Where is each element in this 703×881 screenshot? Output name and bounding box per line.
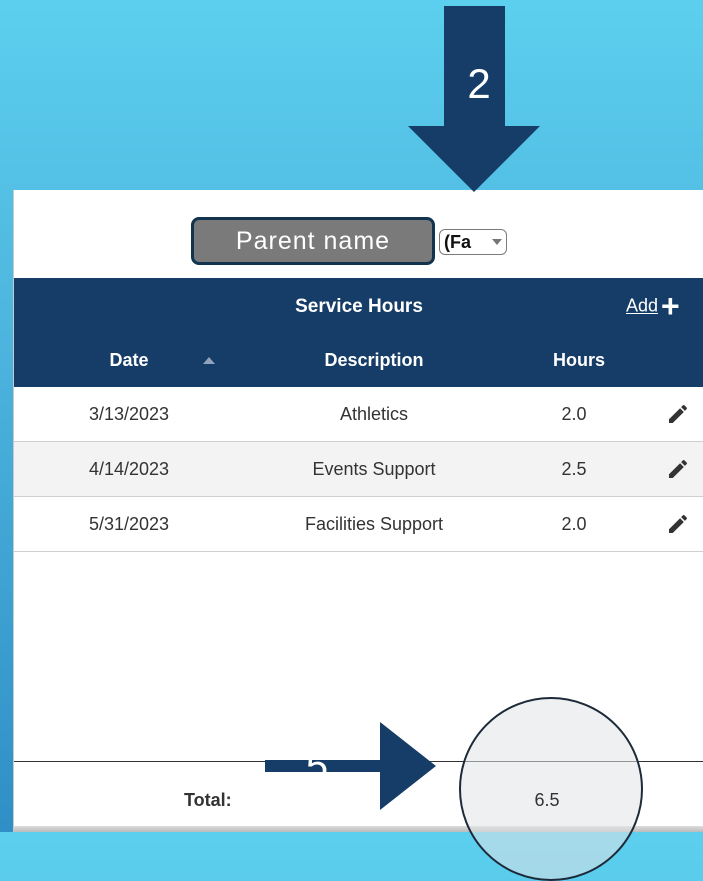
row-description: Events Support (312, 459, 436, 479)
callout-step-2-label: 2 (467, 60, 491, 107)
highlight-circle (459, 697, 643, 881)
column-header-description[interactable]: Description (274, 350, 474, 371)
row-hours: 2.0 (561, 404, 587, 424)
family-select[interactable]: (Fa (439, 229, 507, 255)
table-title: Service Hours (295, 296, 423, 317)
callout-step-5-label: 5. (305, 744, 340, 788)
row-date: 5/31/2023 (88, 514, 170, 534)
plus-icon: + (661, 288, 680, 324)
total-hours-value: 6.5 (534, 790, 560, 810)
column-header-date[interactable]: Date (79, 350, 179, 371)
total-label: Total: (184, 790, 232, 810)
row-description: Athletics (339, 404, 409, 424)
parent-name-field[interactable]: Parent name (191, 217, 435, 265)
row-hours: 2.0 (561, 514, 587, 534)
row-date: 4/14/2023 (88, 459, 170, 479)
add-service-hours-button[interactable]: Add+ (626, 290, 680, 322)
parent-selector-row: Parent name (Fa (14, 190, 703, 278)
pencil-icon[interactable] (666, 512, 690, 536)
row-hours: 2.5 (561, 459, 587, 479)
table-row[interactable]: 5/31/2023 Facilities Support 2.0 (14, 497, 703, 552)
sort-ascending-icon[interactable] (203, 357, 215, 364)
add-label: Add (626, 295, 659, 316)
column-header-hours[interactable]: Hours (529, 350, 629, 371)
row-description: Facilities Support (304, 514, 444, 534)
row-date: 3/13/2023 (88, 404, 170, 424)
pencil-icon[interactable] (666, 402, 690, 426)
family-select-value: (Fa (444, 232, 471, 252)
table-row[interactable]: 3/13/2023 Athletics 2.0 (14, 387, 703, 442)
table-row[interactable]: 4/14/2023 Events Support 2.5 (14, 442, 703, 497)
chevron-down-icon (492, 239, 502, 245)
table-header: Service Hours Add+ Date Description Hour… (14, 278, 703, 387)
pencil-icon[interactable] (666, 457, 690, 481)
